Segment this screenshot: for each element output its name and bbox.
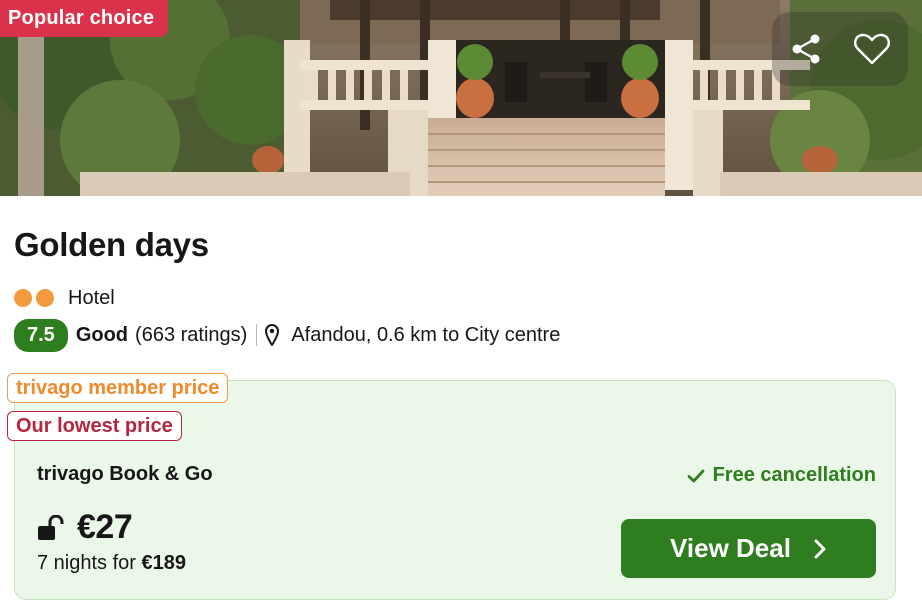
hotel-photo[interactable]: Popular choice <box>0 0 922 196</box>
divider <box>256 324 258 346</box>
location-pin-icon <box>265 324 280 346</box>
unlocked-padlock-icon <box>37 514 67 541</box>
accommodation-type-row: Hotel <box>14 284 115 312</box>
star-rating-dot <box>36 289 54 307</box>
rating-count[interactable]: (663 ratings) <box>135 324 247 347</box>
chevron-right-icon <box>813 538 827 560</box>
total-price-prefix: 7 nights for <box>37 552 142 574</box>
accommodation-type: Hotel <box>68 286 115 309</box>
popular-choice-badge: Popular choice <box>0 0 169 37</box>
free-cancellation: Free cancellation <box>687 464 876 487</box>
share-button[interactable] <box>778 21 834 77</box>
rating-row: 7.5 Good (663 ratings) Afandou, 0.6 km t… <box>14 318 560 352</box>
total-price-row: 7 nights for €189 <box>37 552 186 575</box>
hotel-card[interactable]: Popular choice Golden days Hotel 7.5 Goo… <box>0 0 922 612</box>
heart-icon <box>854 33 890 65</box>
rating-label: Good <box>75 323 129 346</box>
total-price: €189 <box>141 552 187 574</box>
member-price-tag: trivago member price <box>7 373 229 403</box>
rating-score-badge[interactable]: 7.5 <box>14 318 68 352</box>
star-rating-dot <box>14 289 32 307</box>
checkmark-icon <box>687 469 704 482</box>
nightly-price: €27 <box>77 508 133 546</box>
view-deal-label: View Deal <box>670 533 791 563</box>
free-cancellation-label: Free cancellation <box>712 464 876 486</box>
deal-provider: trivago Book & Go <box>37 463 213 485</box>
location-text[interactable]: Afandou, 0.6 km to City centre <box>291 324 560 347</box>
hotel-name[interactable]: Golden days <box>14 226 209 264</box>
hero-actions <box>772 12 908 86</box>
favorite-button[interactable] <box>844 21 900 77</box>
price-row: €27 <box>37 508 133 547</box>
view-deal-button[interactable]: View Deal <box>621 519 876 578</box>
lowest-price-tag: Our lowest price <box>7 411 182 441</box>
share-icon <box>792 34 820 64</box>
